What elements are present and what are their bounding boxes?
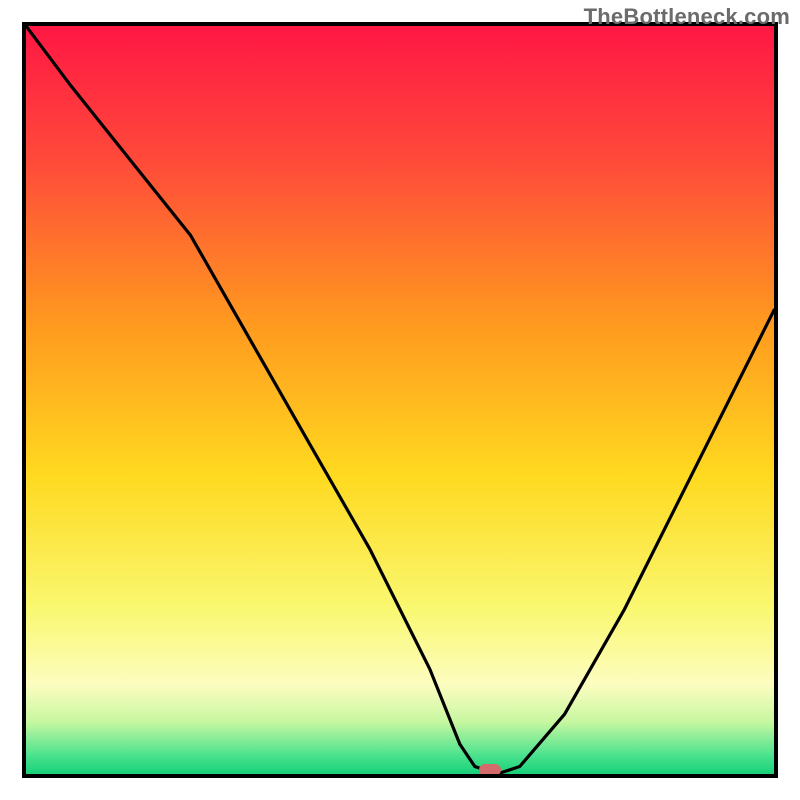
bottleneck-curve	[26, 26, 774, 774]
minimum-marker	[479, 764, 501, 776]
chart-container: TheBottleneck.com	[0, 0, 800, 800]
watermark-text: TheBottleneck.com	[584, 4, 790, 30]
plot-area	[22, 22, 778, 778]
